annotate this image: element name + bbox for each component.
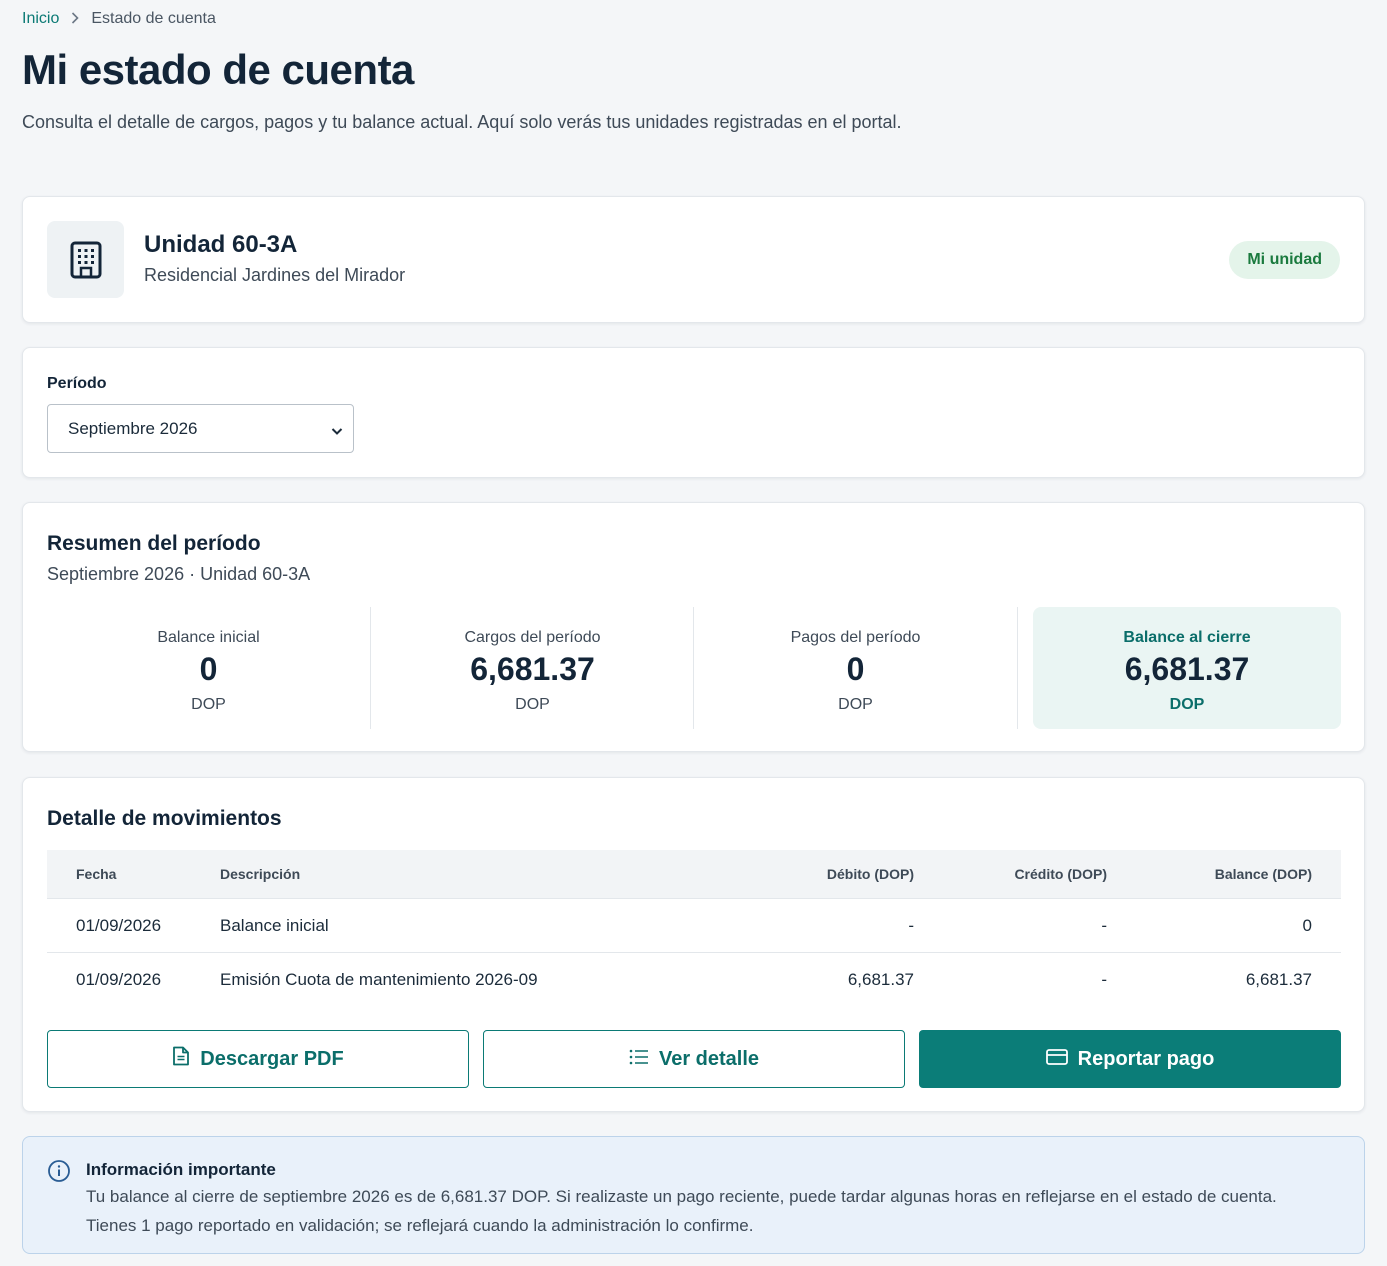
period-select-value: Septiembre 2026 — [68, 418, 198, 438]
stat-unit: DOP — [1169, 696, 1205, 713]
movements-table: Fecha Descripción Débito (DOP) Crédito (… — [47, 850, 1341, 1007]
info-line: Tu balance al cierre de septiembre 2026 … — [86, 1187, 1277, 1206]
stat-unit: DOP — [515, 696, 550, 713]
table-row: 01/09/2026 Emisión Cuota de mantenimient… — [47, 953, 1341, 1007]
report-payment-button[interactable]: Reportar pago — [919, 1030, 1341, 1088]
breadcrumb-current: Estado de cuenta — [91, 10, 216, 27]
column-header-balance: Balance (DOP) — [1214, 866, 1312, 882]
column-header-date: Fecha — [76, 866, 117, 882]
summary-subtitle: Septiembre 2026 · Unidad 60-3A — [47, 564, 311, 584]
stat-value: 0 — [199, 651, 218, 687]
stat-period-charges: Cargos del período 6,681.37 DOP — [371, 607, 694, 729]
stat-value: 0 — [846, 651, 865, 687]
movements-title: Detalle de movimientos — [47, 807, 282, 830]
info-title: Información importante — [86, 1160, 276, 1179]
stat-divider — [1017, 607, 1018, 729]
cell-credit: - — [1101, 970, 1107, 989]
stat-closing-balance: Balance al cierre 6,681.37 DOP — [1033, 607, 1341, 729]
unit-card: Unidad 60-3A Residencial Jardines del Mi… — [22, 196, 1365, 323]
chevron-right-icon — [71, 11, 79, 27]
building-icon — [47, 221, 124, 298]
breadcrumb: Inicio Estado de cuenta — [22, 10, 216, 28]
stat-initial-balance: Balance inicial 0 DOP — [47, 607, 370, 729]
page-title: Mi estado de cuenta — [22, 46, 414, 93]
stat-label: Balance al cierre — [1123, 629, 1251, 646]
stat-unit: DOP — [191, 696, 226, 713]
cell-credit: - — [1101, 916, 1107, 935]
stat-unit: DOP — [838, 696, 873, 713]
cell-description: Balance inicial — [220, 916, 329, 935]
chevron-down-icon — [331, 422, 343, 442]
my-unit-badge: Mi unidad — [1229, 241, 1340, 279]
unit-residence: Residencial Jardines del Mirador — [144, 265, 406, 285]
summary-card: Resumen del período Septiembre 2026 · Un… — [22, 502, 1365, 752]
cell-date: 01/09/2026 — [76, 970, 162, 989]
stat-value: 6,681.37 — [470, 651, 595, 687]
download-pdf-button[interactable]: Descargar PDF — [47, 1030, 469, 1088]
unit-name: Unidad 60-3A — [144, 231, 298, 258]
info-alert: Información importante Tu balance al cie… — [22, 1136, 1365, 1254]
cell-balance: 6,681.37 — [1245, 970, 1312, 989]
summary-title: Resumen del período — [47, 532, 261, 555]
info-text: Tu balance al cierre de septiembre 2026 … — [86, 1182, 1346, 1240]
cell-balance: 0 — [1302, 916, 1312, 935]
column-header-description: Descripción — [220, 866, 301, 882]
stat-label: Cargos del período — [464, 629, 601, 646]
list-icon — [629, 1048, 649, 1071]
cell-debit: - — [908, 916, 914, 935]
stat-period-payments: Pagos del período 0 DOP — [694, 607, 1017, 729]
view-detail-label: Ver detalle — [658, 1047, 760, 1070]
cell-debit: 6,681.37 — [847, 970, 914, 989]
download-pdf-label: Descargar PDF — [200, 1047, 344, 1070]
stat-value: 6,681.37 — [1124, 651, 1250, 687]
page-subtitle: Consulta el detalle de cargos, pagos y t… — [22, 112, 902, 132]
report-payment-label: Reportar pago — [1077, 1047, 1215, 1070]
cell-date: 01/09/2026 — [76, 916, 162, 935]
table-header: Fecha Descripción Débito (DOP) Crédito (… — [47, 850, 1341, 899]
movements-card: Detalle de movimientos Fecha Descripción… — [22, 777, 1365, 1112]
column-header-credit: Crédito (DOP) — [1014, 866, 1107, 882]
document-icon — [172, 1046, 190, 1072]
info-icon — [47, 1159, 71, 1188]
period-label: Período — [47, 375, 107, 392]
view-detail-button[interactable]: Ver detalle — [483, 1030, 905, 1088]
period-card: Período Septiembre 2026 — [22, 347, 1365, 478]
period-select[interactable]: Septiembre 2026 — [47, 404, 354, 453]
column-header-debit: Débito (DOP) — [826, 866, 914, 882]
stat-label: Pagos del período — [790, 629, 921, 646]
credit-card-icon — [1045, 1048, 1068, 1071]
cell-description: Emisión Cuota de mantenimiento 2026-09 — [220, 970, 538, 989]
breadcrumb-home-link[interactable]: Inicio — [22, 10, 59, 28]
stat-label: Balance inicial — [157, 629, 260, 646]
info-line: Tienes 1 pago reportado en validación; s… — [86, 1216, 754, 1235]
table-row: 01/09/2026 Balance inicial - - 0 — [47, 899, 1341, 953]
